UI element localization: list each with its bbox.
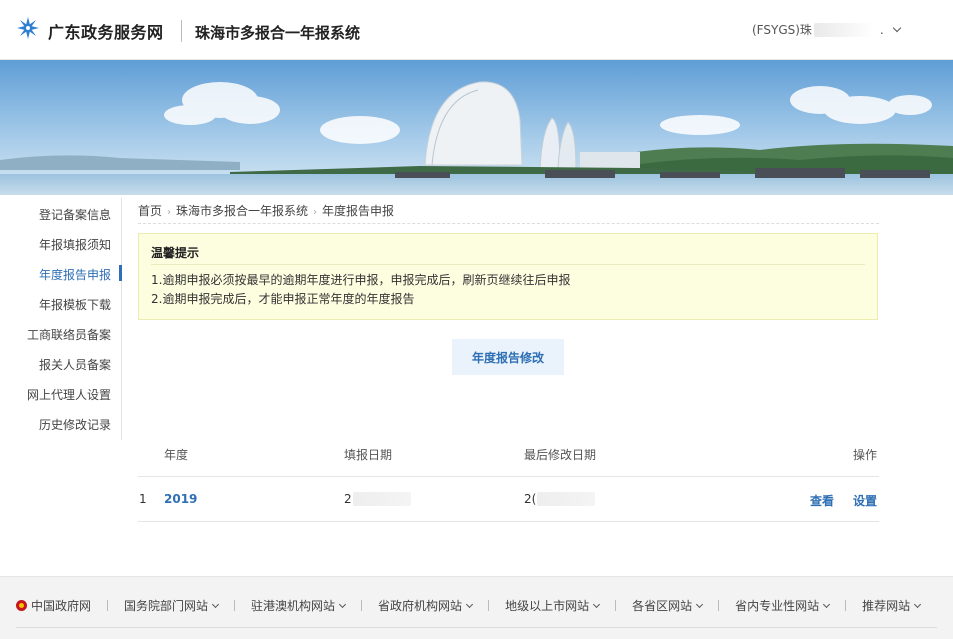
row-year-link[interactable]: 2019 (164, 492, 197, 506)
annual-report-amend-button[interactable]: 年度报告修改 (452, 339, 564, 375)
user-name-prefix: (FSYGS)珠 (752, 23, 812, 37)
sidebar-item-customs-personnel[interactable]: 报关人员备案 (39, 356, 111, 373)
footer-link-label: 中国政府网 (31, 599, 92, 613)
footer-separator (488, 600, 490, 611)
footer-link-state-council[interactable]: 国务院部门网站 (124, 597, 220, 614)
footer-link-label: 省政府机构网站 (378, 599, 463, 613)
footer-separator (107, 600, 109, 611)
row-index: 1 (139, 492, 147, 506)
footer-link-provinces[interactable]: 各省区网站 (632, 597, 704, 614)
chevron-down-icon (823, 600, 831, 608)
footer-link-label: 各省区网站 (632, 599, 693, 613)
last-modified-visible: 2( (524, 492, 537, 506)
footer-link-label: 驻港澳机构网站 (251, 599, 336, 613)
footer-separator (361, 600, 363, 611)
settings-link[interactable]: 设置 (853, 492, 877, 509)
footer-separator (718, 600, 720, 611)
column-header-last-modified: 最后修改日期 (524, 448, 597, 462)
chevron-down-icon (466, 600, 474, 608)
user-name-masked (813, 22, 874, 37)
breadcrumb-system[interactable]: 珠海市多报合一年报系统 (176, 204, 308, 218)
footer-link-label: 推荐网站 (862, 599, 911, 613)
hero-banner (0, 60, 953, 195)
footer-link-label: 地级以上市网站 (505, 599, 590, 613)
sidebar-item-history[interactable]: 历史修改记录 (39, 416, 111, 433)
footer-link-specialized[interactable]: 省内专业性网站 (735, 597, 831, 614)
footer-links: 中国政府网 国务院部门网站 驻港澳机构网站 省政府机构网站 地级以上市网站 各省… (16, 597, 922, 614)
header-divider (181, 20, 182, 42)
guangdong-gov-logo-icon[interactable] (17, 17, 39, 39)
notice-line-2: 2.逾期申报完成后，才能申报正常年度的年度报告 (151, 292, 415, 306)
footer-link-recommended[interactable]: 推荐网站 (862, 597, 922, 614)
chevron-down-icon (892, 23, 901, 32)
footer-link-hk-macao[interactable]: 驻港澳机构网站 (251, 597, 347, 614)
user-name-suffix: . (879, 22, 884, 37)
breadcrumb-current: 年度报告申报 (322, 204, 395, 218)
row-last-modified: 2( (524, 492, 596, 506)
footer-link-china-gov[interactable]: 中国政府网 (16, 597, 91, 614)
table-header: 年度 填报日期 最后修改日期 操作 (138, 436, 879, 477)
breadcrumb-separator: › (167, 207, 172, 218)
footer-separator (234, 600, 236, 611)
notice-line-1: 1.逾期申报必须按最早的逾期年度进行申报，申报完成后，刷新页继续往后申报 (151, 273, 571, 287)
warm-tip-panel: 温馨提示 1.逾期申报必须按最早的逾期年度进行申报，申报完成后，刷新页继续往后申… (138, 233, 878, 320)
footer-link-label: 省内专业性网站 (735, 599, 820, 613)
brand-name[interactable]: 广东政务服务网 (48, 19, 164, 43)
chevron-down-icon (914, 600, 922, 608)
sidebar-item-filing-notice[interactable]: 年报填报须知 (39, 236, 111, 253)
sidebar-nav: 登记备案信息 年报填报须知 年度报告申报 年报模板下载 工商联络员备案 报关人员… (0, 198, 122, 440)
column-header-year: 年度 (164, 448, 189, 462)
footer-separator (615, 600, 617, 611)
user-menu[interactable]: (FSYGS)珠 . (752, 21, 901, 38)
view-link[interactable]: 查看 (810, 492, 834, 509)
chevron-down-icon (593, 600, 601, 608)
system-title: 珠海市多报合一年报系统 (195, 24, 361, 42)
last-modified-masked (537, 492, 596, 506)
banner-illustration (0, 60, 953, 195)
national-emblem-icon (16, 600, 27, 611)
sidebar-item-annual-report[interactable]: 年度报告申报 (39, 266, 111, 283)
table-row: 1 2019 2 2( 查看 设置 (138, 477, 879, 522)
breadcrumb-home[interactable]: 首页 (138, 204, 162, 218)
notice-divider (151, 264, 865, 265)
footer-divider (16, 627, 937, 628)
sidebar-item-template-download[interactable]: 年报模板下载 (39, 296, 111, 313)
footer-link-provincial-gov[interactable]: 省政府机构网站 (378, 597, 474, 614)
footer-link-label: 国务院部门网站 (124, 599, 209, 613)
fill-date-masked (352, 492, 411, 506)
sidebar-active-indicator (119, 265, 122, 281)
notice-title: 温馨提示 (151, 246, 200, 260)
site-footer: 中国政府网 国务院部门网站 驻港澳机构网站 省政府机构网站 地级以上市网站 各省… (0, 576, 953, 639)
breadcrumb: 首页 › 珠海市多报合一年报系统 › 年度报告申报 (138, 202, 879, 224)
sidebar-item-online-agent[interactable]: 网上代理人设置 (27, 386, 111, 403)
footer-separator (845, 600, 847, 611)
sidebar-item-registration-info[interactable]: 登记备案信息 (39, 206, 111, 223)
annual-report-table: 年度 填报日期 最后修改日期 操作 1 2019 2 2( 查看 设置 (138, 436, 879, 522)
column-header-operation: 操作 (853, 448, 878, 462)
site-header: 广东政务服务网 珠海市多报合一年报系统 (FSYGS)珠 . (0, 0, 953, 60)
chevron-down-icon (211, 600, 220, 608)
breadcrumb-separator: › (313, 207, 318, 218)
sidebar-item-liaison-filing[interactable]: 工商联络员备案 (27, 326, 111, 343)
chevron-down-icon (339, 600, 347, 608)
fill-date-visible: 2 (344, 492, 352, 506)
chevron-down-icon (696, 600, 704, 608)
column-header-fill-date: 填报日期 (344, 448, 393, 462)
row-fill-date: 2 (344, 492, 411, 506)
footer-link-city[interactable]: 地级以上市网站 (505, 597, 601, 614)
